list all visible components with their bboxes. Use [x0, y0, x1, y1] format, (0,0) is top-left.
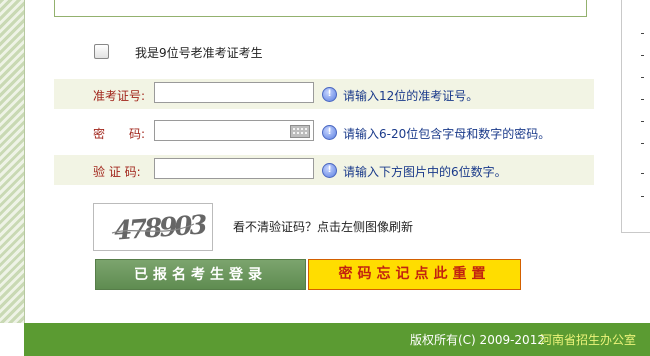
bullet-marker: [641, 33, 644, 34]
password-label: 密 码:: [93, 127, 146, 141]
right-side-panel: [621, 0, 650, 233]
captcha-image[interactable]: 478903: [93, 203, 213, 251]
office-name: 河南省招生办公室: [540, 333, 637, 347]
exam-number-row: 准考证号: ! 请输入12位的准考证号。: [54, 79, 594, 109]
info-icon: !: [322, 163, 337, 178]
password-reset-button[interactable]: 密码忘记点此重置: [308, 259, 521, 290]
virtual-keyboard-icon[interactable]: [290, 125, 310, 138]
footer: 版权所有(C) 2009-2012 河南省招生办公室: [24, 323, 650, 356]
bullet-marker: [641, 99, 644, 100]
top-content-box: [54, 0, 587, 17]
returning-candidate-checkbox[interactable]: [94, 44, 109, 59]
exam-number-label: 准考证号:: [93, 89, 146, 103]
decorative-side-stripe: [0, 0, 25, 323]
captcha-text: 478903: [113, 210, 208, 246]
bullet-marker: [641, 121, 644, 122]
captcha-row: 验 证 码: ! 请输入下方图片中的6位数字。: [54, 155, 594, 185]
bullet-marker: [641, 77, 644, 78]
bullet-marker: [641, 55, 644, 56]
bullet-marker: [641, 173, 644, 174]
captcha-hint: 请输入下方图片中的6位数字。: [343, 165, 507, 179]
password-hint: 请输入6-20位包含字母和数字的密码。: [343, 127, 551, 141]
captcha-graphic: 478903: [111, 210, 209, 247]
registered-login-button[interactable]: 已报名考生登录: [95, 259, 306, 290]
captcha-refresh-hint: 看不清验证码？点击左侧图像刷新: [233, 220, 414, 234]
bullet-marker: [641, 143, 644, 144]
copyright-text: 版权所有(C) 2009-2012: [410, 333, 545, 347]
password-input[interactable]: [154, 120, 314, 141]
info-icon: !: [322, 87, 337, 102]
captcha-input[interactable]: [154, 158, 314, 179]
info-icon: !: [322, 125, 337, 140]
password-row: 密 码: ! 请输入6-20位包含字母和数字的密码。: [54, 117, 594, 147]
returning-candidate-label: 我是9位号老准考证考生: [135, 46, 263, 60]
exam-number-input[interactable]: [154, 82, 314, 103]
captcha-label: 验 证 码:: [93, 165, 141, 179]
bullet-marker: [641, 196, 644, 197]
exam-number-hint: 请输入12位的准考证号。: [343, 89, 479, 103]
